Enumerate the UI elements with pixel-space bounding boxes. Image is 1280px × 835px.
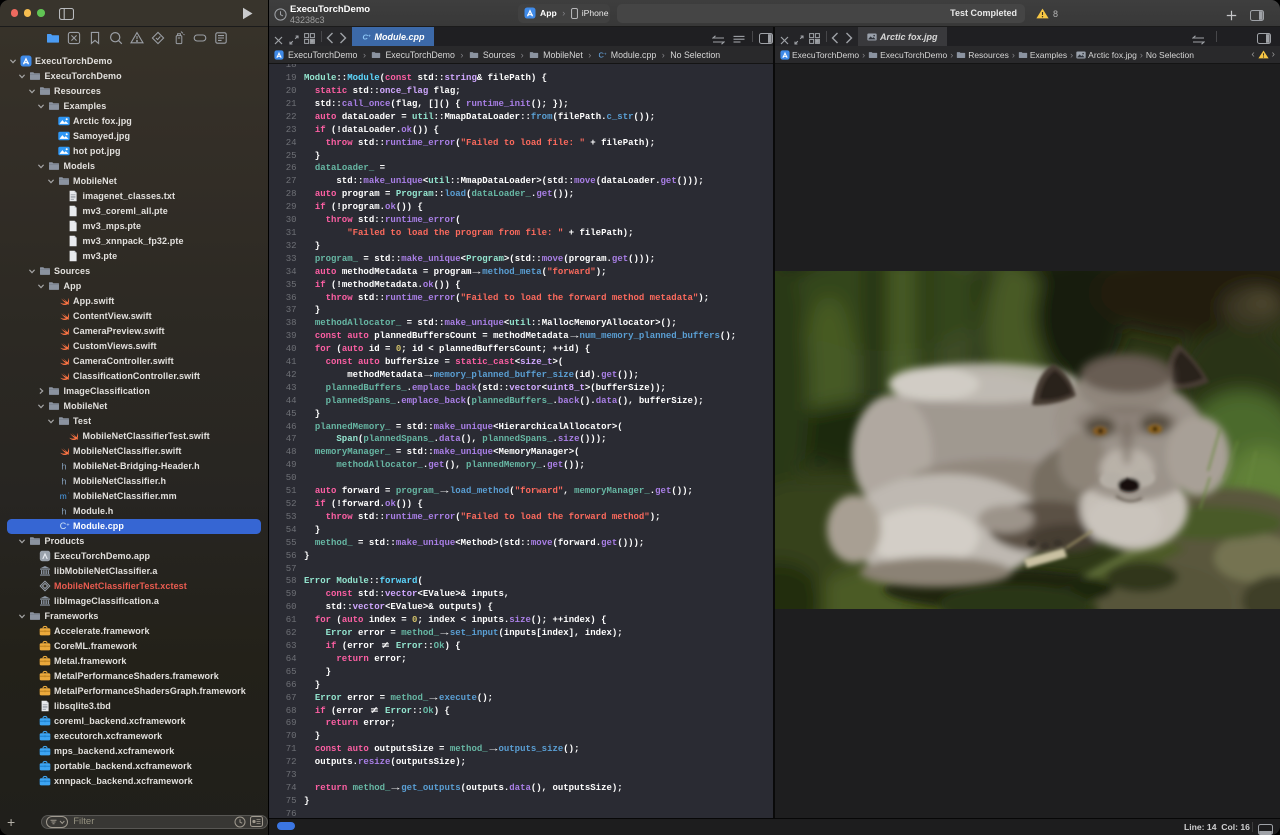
- svg-text:+: +: [66, 523, 69, 529]
- svg-text:’: ’: [67, 492, 68, 498]
- svg-text:+: +: [368, 33, 371, 38]
- svg-text:h: h: [61, 505, 66, 516]
- svg-text:m: m: [59, 491, 66, 501]
- svg-text:+: +: [604, 51, 607, 56]
- svg-text:h: h: [61, 460, 66, 471]
- svg-text:h: h: [61, 475, 66, 486]
